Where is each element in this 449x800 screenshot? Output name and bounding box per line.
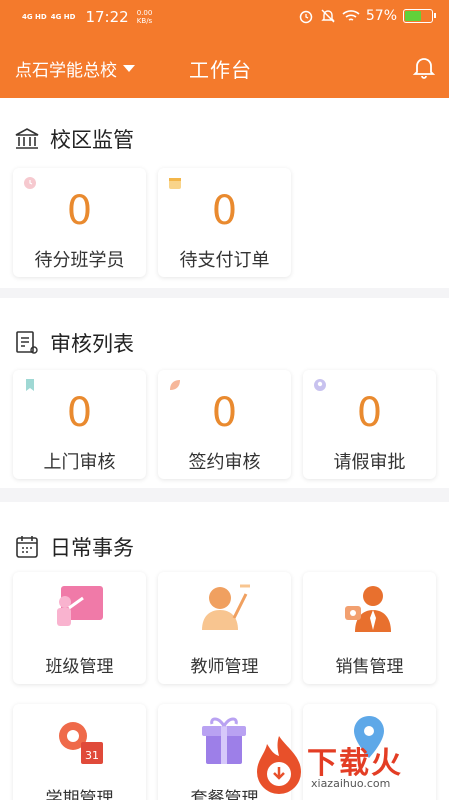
- svg-text:31: 31: [85, 749, 99, 762]
- contract-review-label: 签约审核: [188, 452, 261, 473]
- status-bar: 4G HD 4G HD 17:22 0.00 KB/s 57%: [0, 0, 449, 36]
- card-pending-order[interactable]: 0 待支付订单: [158, 168, 291, 277]
- card-visit-review[interactable]: 0 上门审核: [13, 370, 146, 479]
- battery-icon: [403, 9, 436, 23]
- card-pending-class[interactable]: 0 待分班学员: [13, 168, 146, 277]
- class-management-label: 班级管理: [45, 657, 114, 677]
- pending-order-count: 0: [211, 188, 238, 234]
- teacher-icon: [202, 584, 250, 630]
- wifi-icon: [342, 10, 360, 21]
- signal-2: 4G HD: [50, 13, 76, 21]
- campus-title: 校区监管: [50, 128, 134, 152]
- card-semester-management[interactable]: 31 学期管理: [13, 704, 146, 800]
- card-contract-review[interactable]: 0 签约审核: [158, 370, 291, 479]
- review-list-icon: [16, 331, 38, 354]
- chevron-down-icon: [123, 65, 135, 72]
- signal-1: 4G HD: [22, 13, 47, 21]
- card-class-management[interactable]: 班级管理: [13, 572, 146, 684]
- sales-management-label: 销售管理: [335, 657, 404, 677]
- leave-approval-label: 请假审批: [333, 452, 406, 473]
- daily-title: 日常事务: [50, 536, 134, 560]
- visit-review-label: 上门审核: [43, 452, 116, 473]
- sales-icon: [345, 586, 391, 632]
- daily-header: 日常事务: [14, 532, 134, 562]
- teacher-management-label: 教师管理: [190, 657, 259, 677]
- campus-header: 校区监管: [14, 124, 134, 154]
- card-teacher-management[interactable]: 教师管理: [158, 572, 291, 684]
- visit-review-count: 0: [66, 390, 93, 436]
- watermark: 下载火 xiazaihuo.com: [253, 732, 443, 800]
- net-speed: 0.00 KB/s: [136, 9, 153, 25]
- review-title: 审核列表: [50, 332, 134, 356]
- classroom-icon: [57, 586, 103, 626]
- review-header: 审核列表: [14, 328, 134, 358]
- app-header: 4G HD 4G HD 17:22 0.00 KB/s 57% 点石学能总校 工…: [0, 0, 449, 98]
- institution-icon: [15, 128, 39, 149]
- flame-logo-icon: [257, 736, 301, 794]
- battery-percent: 57%: [365, 8, 397, 24]
- package-icon: [202, 717, 246, 764]
- leave-approval-count: 0: [356, 390, 383, 436]
- review-section: 审核列表 0 上门审核 0 签约审核 0 请假审批: [0, 298, 449, 488]
- semester-management-label: 学期管理: [45, 789, 114, 800]
- bell-icon[interactable]: [411, 54, 437, 80]
- school-name: 点石学能总校: [15, 61, 117, 81]
- card-sales-management[interactable]: 销售管理: [303, 572, 436, 684]
- pending-order-label: 待支付订单: [179, 250, 270, 271]
- pending-class-label: 待分班学员: [34, 250, 125, 271]
- semester-icon: 31: [59, 722, 103, 764]
- pending-class-count: 0: [66, 188, 93, 234]
- campus-section: 校区监管 0 待分班学员 0 待支付订单: [0, 98, 449, 288]
- school-selector[interactable]: 点石学能总校: [15, 56, 135, 81]
- mute-bell-icon: [321, 9, 335, 23]
- alarm-icon: [299, 10, 313, 24]
- clock: 17:22: [85, 8, 129, 26]
- calendar-icon: [16, 536, 38, 558]
- page-title: 工作台: [189, 58, 252, 82]
- contract-review-count: 0: [211, 390, 238, 436]
- nav-bar: 点石学能总校 工作台: [0, 36, 449, 98]
- card-leave-approval[interactable]: 0 请假审批: [303, 370, 436, 479]
- watermark-url: xiazaihuo.com: [311, 777, 391, 790]
- watermark-brand: 下载火: [307, 746, 403, 781]
